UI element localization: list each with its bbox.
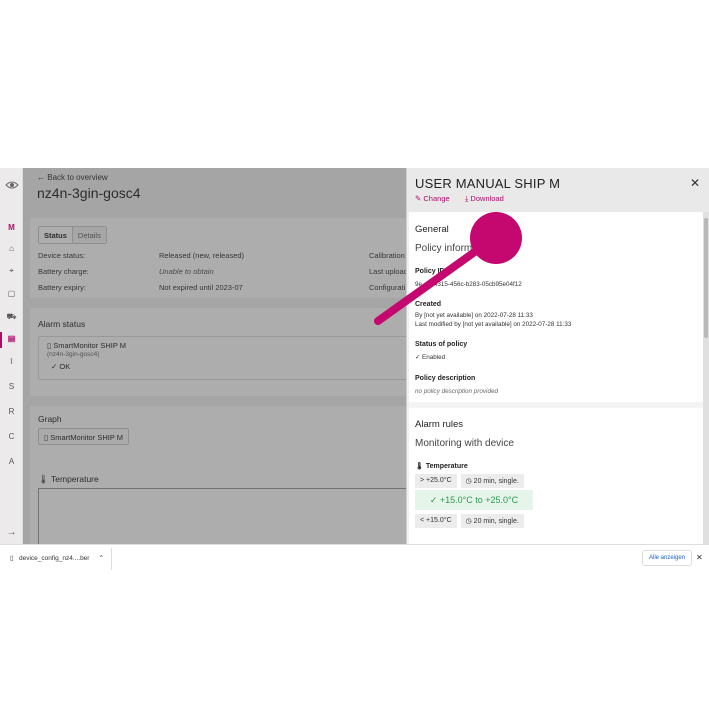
pointer-annotation bbox=[374, 212, 522, 325]
download-bar: ▯ device_config_nz4....ber ⌃ Alle anzeig… bbox=[0, 544, 709, 572]
pointer-dot bbox=[470, 212, 522, 264]
close-download-bar-icon[interactable]: ✕ bbox=[696, 553, 703, 562]
pointer-line bbox=[374, 237, 494, 325]
download-file-name: device_config_nz4....ber bbox=[19, 555, 90, 562]
download-divider bbox=[111, 548, 112, 570]
app-window: M ⌂ ⌖ ▢ ⛟ ▤ ⌇ S R C A → ← Back to overvi… bbox=[0, 168, 709, 544]
show-all-button[interactable]: Alle anzeigen bbox=[642, 550, 693, 566]
chevron-up-icon[interactable]: ⌃ bbox=[99, 555, 104, 562]
download-item[interactable]: ▯ device_config_nz4....ber ⌃ bbox=[10, 554, 104, 562]
